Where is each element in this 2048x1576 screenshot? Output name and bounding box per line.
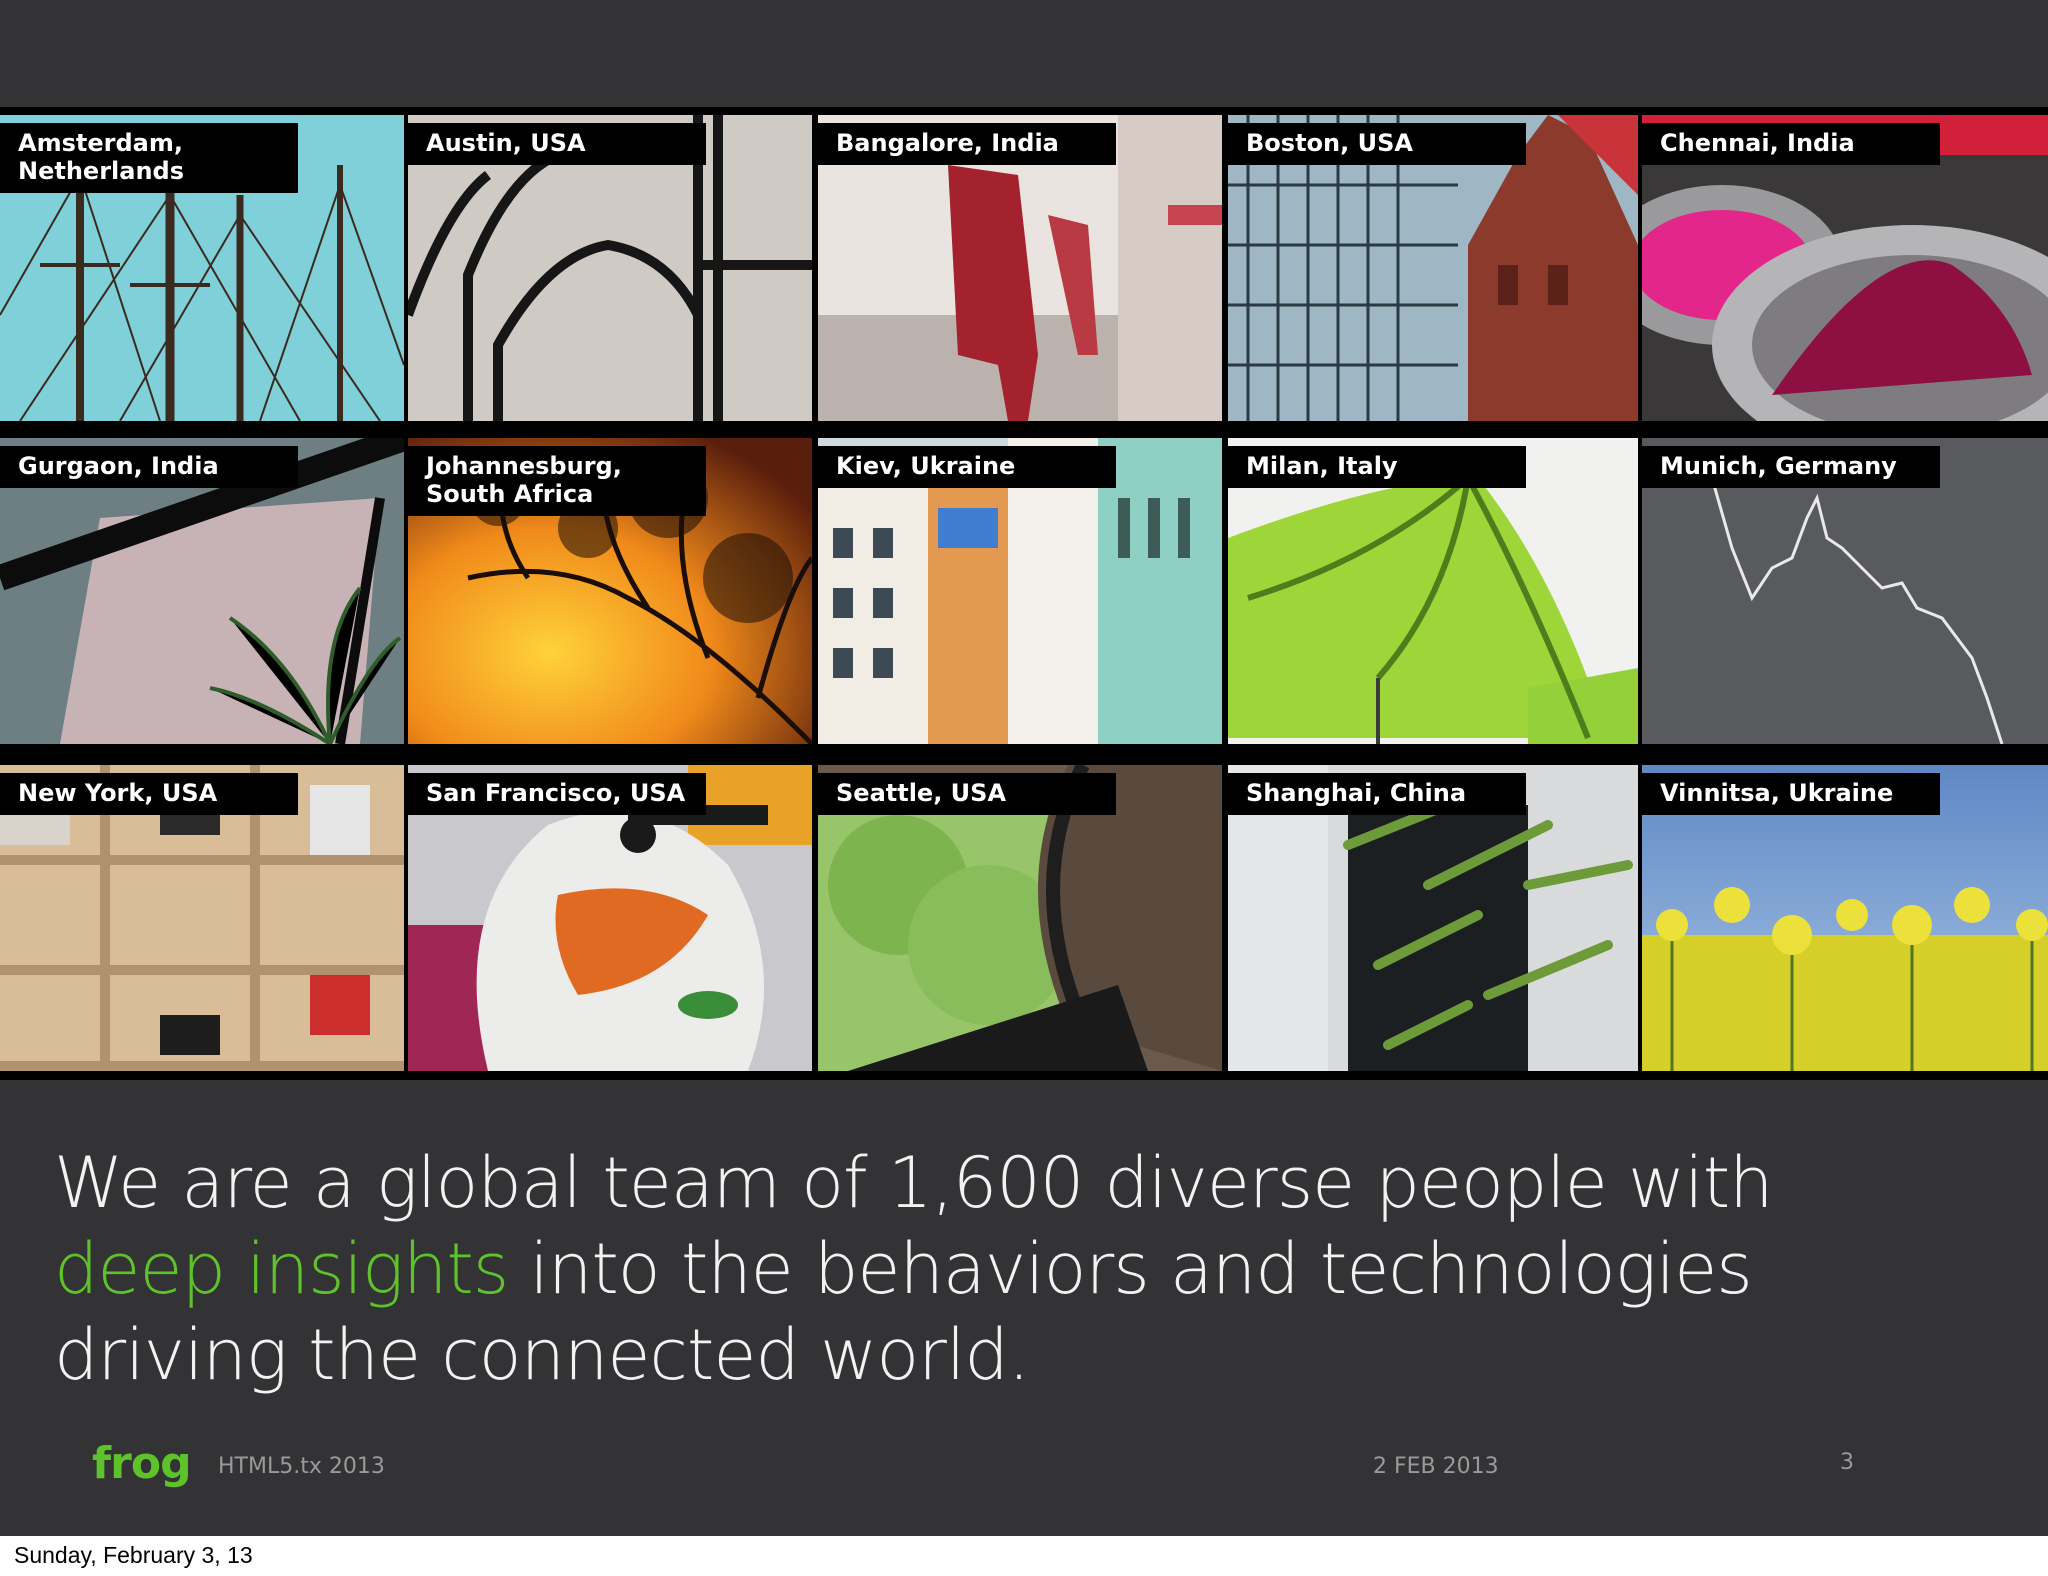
frog-logo: frog <box>92 1438 192 1489</box>
tile-label: Boston, USA <box>1228 123 1526 165</box>
photo-tile-san-francisco: San Francisco, USA <box>408 765 812 1071</box>
photo-tile-vinnitsa: Vinnitsa, Ukraine <box>1642 765 2048 1071</box>
photo-tile-new-york: New York, USA <box>0 765 404 1071</box>
photo-tile-amsterdam: Amsterdam, Netherlands <box>0 115 404 421</box>
photo-tile-chennai: Chennai, India <box>1642 115 2048 421</box>
page-number: 3 <box>1840 1450 1854 1475</box>
presentation-slide: Amsterdam, Netherlands Austin, USA Banga… <box>0 0 2048 1536</box>
tile-label: New York, USA <box>0 773 298 815</box>
tile-label: Austin, USA <box>408 123 706 165</box>
tile-label: Seattle, USA <box>818 773 1116 815</box>
tile-label: Amsterdam, Netherlands <box>0 123 298 193</box>
slide-headline: We are a global team of 1,600 diverse pe… <box>54 1140 1934 1398</box>
photo-tile-kiev: Kiev, Ukraine <box>818 438 1222 744</box>
photo-tile-shanghai: Shanghai, China <box>1228 765 1638 1071</box>
tile-label: Kiev, Ukraine <box>818 446 1116 488</box>
photo-tile-munich: Munich, Germany <box>1642 438 2048 744</box>
headline-text: We are a global team of 1,600 diverse pe… <box>54 1142 1774 1224</box>
photo-tile-boston: Boston, USA <box>1228 115 1638 421</box>
tile-label: Bangalore, India <box>818 123 1116 165</box>
tile-label: Chennai, India <box>1642 123 1940 165</box>
photo-tile-johannesburg: Johannesburg, South Africa <box>408 438 812 744</box>
footer-event: HTML5.tx 2013 <box>218 1454 385 1479</box>
photo-tile-seattle: Seattle, USA <box>818 765 1222 1071</box>
tile-label: Johannesburg, South Africa <box>408 446 706 516</box>
headline-highlight: deep insights <box>54 1228 509 1310</box>
photo-tile-gurgaon: Gurgaon, India <box>0 438 404 744</box>
footer-date: 2 FEB 2013 <box>1373 1454 1499 1479</box>
tile-label: Gurgaon, India <box>0 446 298 488</box>
photo-grid: Amsterdam, Netherlands Austin, USA Banga… <box>0 107 2048 1080</box>
tile-label: Shanghai, China <box>1228 773 1526 815</box>
page-caption: Sunday, February 3, 13 <box>14 1542 253 1568</box>
photo-tile-milan: Milan, Italy <box>1228 438 1638 744</box>
tile-label: Milan, Italy <box>1228 446 1526 488</box>
photo-tile-austin: Austin, USA <box>408 115 812 421</box>
photo-tile-bangalore: Bangalore, India <box>818 115 1222 421</box>
tile-label: San Francisco, USA <box>408 773 706 815</box>
tile-label: Vinnitsa, Ukraine <box>1642 773 1940 815</box>
tile-label: Munich, Germany <box>1642 446 1940 488</box>
